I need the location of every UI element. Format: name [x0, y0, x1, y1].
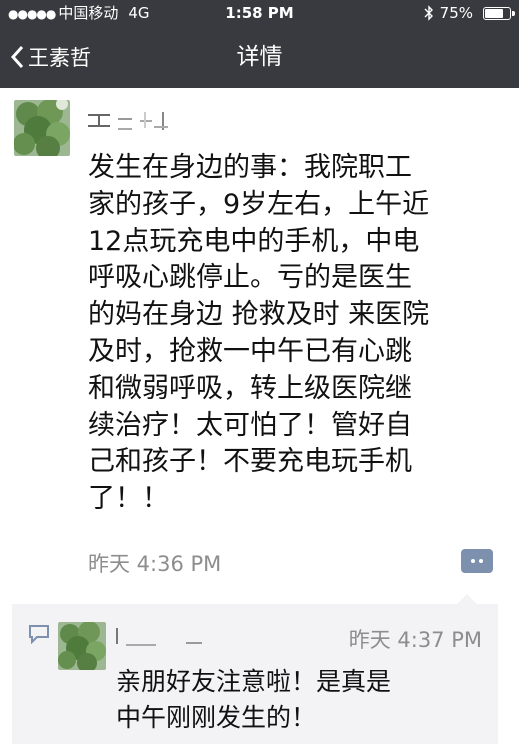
battery-percent: 75% [439, 4, 473, 22]
post-text: 发生在身边的事：我院职工 家的孩子，9岁左右，上午近 12点玩充电中的手机，中电… [88, 152, 430, 515]
redacted-name-image [88, 112, 168, 130]
comment-button[interactable] [461, 549, 493, 573]
reply-name-redacted [116, 622, 212, 652]
redacted-reply-name-image [116, 628, 202, 646]
moment-post: 发生在身边的事：我院职工 家的孩子，9岁左右，上午近 12点玩充电中的手机，中电… [0, 88, 519, 744]
reply-avatar[interactable] [58, 622, 106, 670]
bluetooth-icon [424, 5, 433, 21]
reply-time: 昨天 4:37 PM [348, 628, 482, 652]
avatar[interactable] [14, 100, 70, 156]
poster-name-redacted [88, 100, 178, 136]
battery-fill [485, 8, 503, 18]
avatar-image [14, 100, 70, 156]
comment-button-dot [479, 559, 483, 563]
nav-bar: 王素哲 详情 [0, 26, 519, 88]
comment-button-dot [471, 559, 475, 563]
post-time: 昨天 4:36 PM [88, 552, 222, 576]
reply-text: 亲朋好友注意啦！是真是 中午刚刚发生的！ [116, 667, 392, 732]
battery-icon [483, 6, 515, 20]
reply-avatar-image [58, 622, 106, 670]
status-right: 75% [424, 0, 515, 26]
page-title: 详情 [236, 44, 283, 70]
top-bar: ●●●●● 中国移动 4G 1:58 PM 75% 王素哲 详情 [0, 0, 519, 88]
status-bar: ●●●●● 中国移动 4G 1:58 PM 75% [0, 0, 519, 26]
comment-icon [29, 625, 49, 644]
